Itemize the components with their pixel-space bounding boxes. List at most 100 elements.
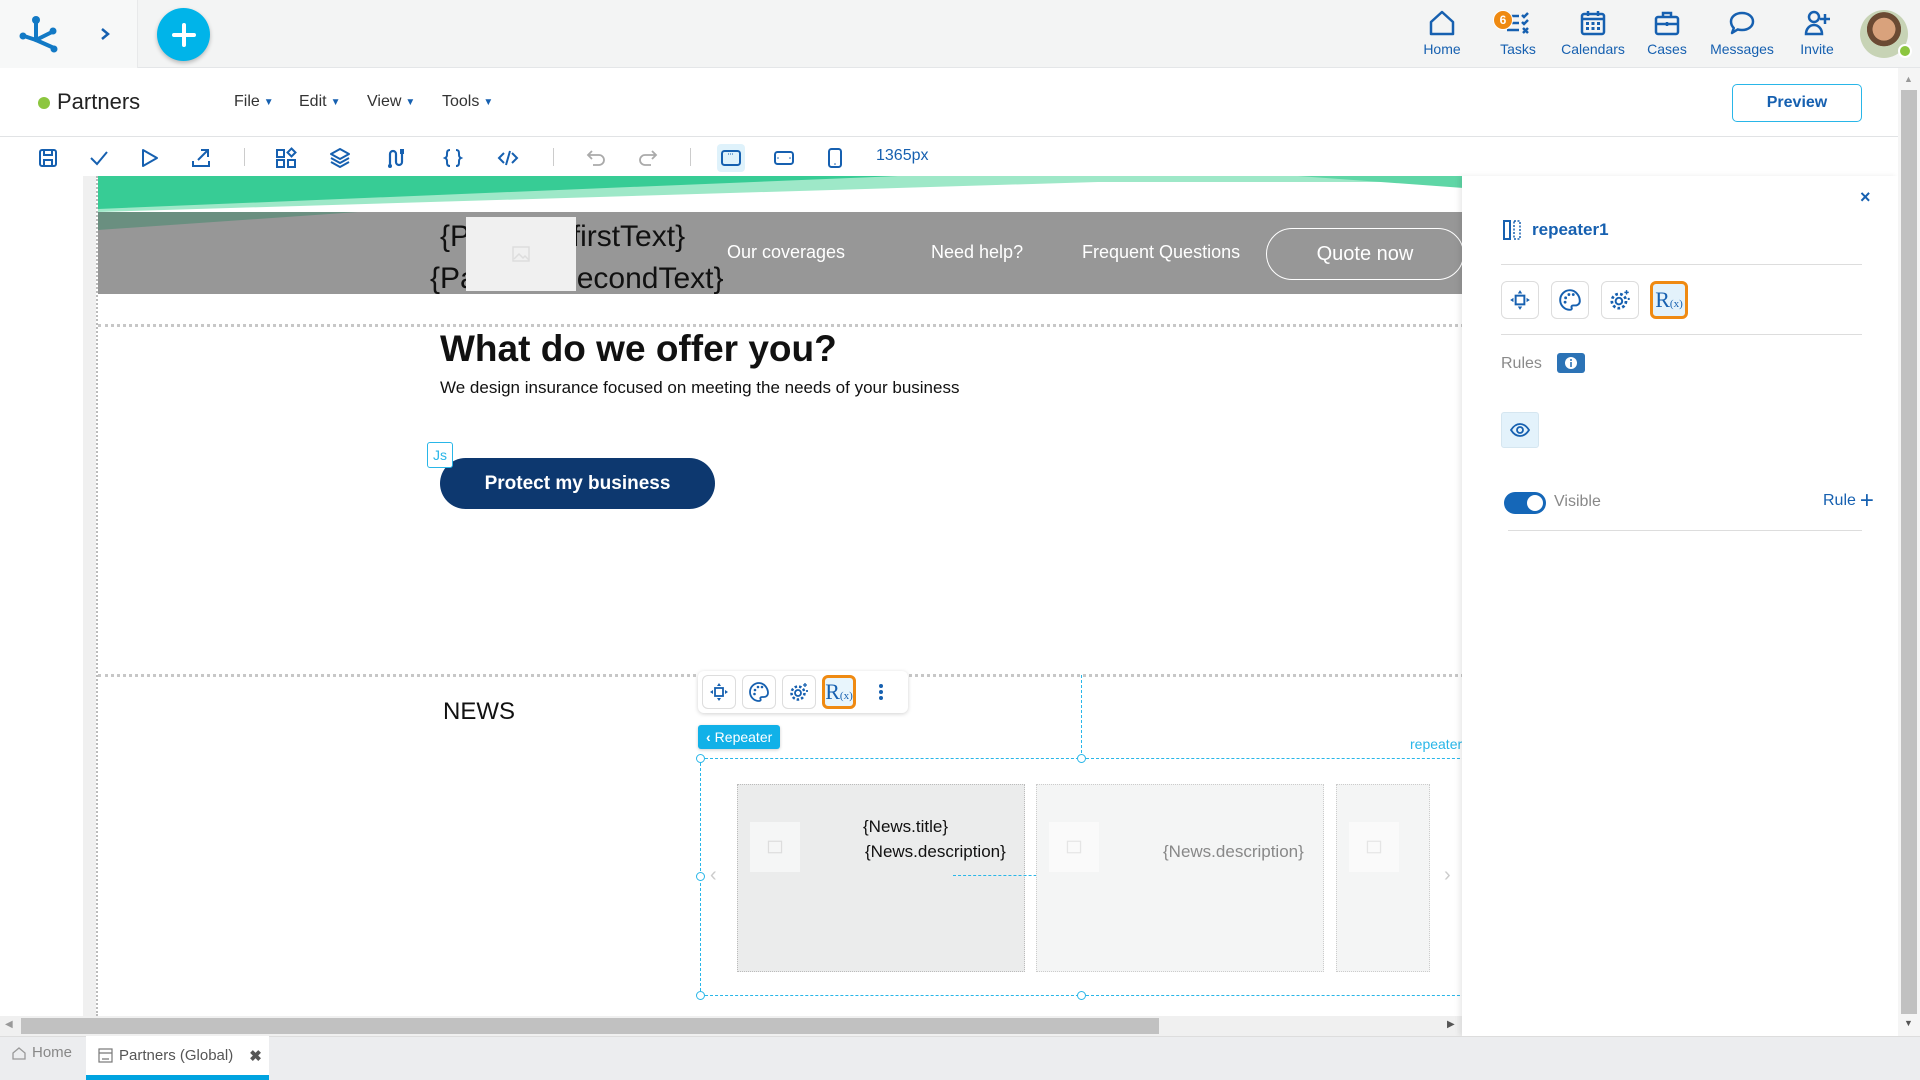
mobile-view-button[interactable]	[821, 144, 849, 172]
run-button[interactable]	[135, 144, 163, 172]
design-canvas[interactable]: {Partners.firstText} {Partners.secondTex…	[96, 176, 1462, 1016]
news-image-placeholder[interactable]	[1349, 822, 1399, 872]
protect-business-button[interactable]: Protect my business	[440, 458, 715, 509]
validate-button[interactable]	[85, 144, 113, 172]
menu-tools[interactable]: Tools ▼	[442, 93, 493, 111]
visibility-rule-button[interactable]	[1501, 412, 1539, 448]
close-tab-icon[interactable]: ✖	[249, 1047, 262, 1065]
panel-rules-tab[interactable]: R(x)	[1650, 281, 1688, 319]
news-card[interactable]	[1336, 784, 1430, 972]
add-new-button[interactable]	[157, 8, 210, 61]
news-heading[interactable]: NEWS	[443, 698, 515, 726]
nav-messages[interactable]: Messages	[1705, 8, 1779, 62]
menu-label: File	[234, 93, 260, 110]
news-description-text[interactable]: {News.description}	[865, 842, 1006, 862]
rules-label: Rules	[1501, 355, 1542, 372]
carousel-prev-arrow[interactable]: ‹	[710, 864, 717, 887]
hero-image-placeholder[interactable]	[466, 217, 576, 291]
tasks-count-badge: 6	[1493, 10, 1513, 30]
chevron-down-icon: ▼	[405, 96, 416, 108]
panel-settings-tab[interactable]	[1601, 281, 1639, 319]
html-source-button[interactable]	[494, 144, 522, 172]
scroll-left-arrow[interactable]: ◀	[5, 1019, 13, 1030]
rules-button[interactable]: R(x)	[822, 675, 856, 709]
news-image-placeholder[interactable]	[750, 822, 800, 872]
resize-handle[interactable]	[696, 991, 705, 1000]
gear-sparkle-icon	[790, 683, 808, 701]
resize-handle[interactable]	[1077, 754, 1086, 763]
news-description-text[interactable]: {News.description}	[1163, 842, 1304, 862]
rules-info-button[interactable]	[1557, 353, 1585, 373]
quote-now-button[interactable]: Quote now	[1266, 228, 1462, 280]
nav-tasks[interactable]: Tasks	[1481, 8, 1555, 62]
carousel-next-arrow[interactable]: ›	[1444, 864, 1451, 887]
panel-style-tab[interactable]	[1551, 281, 1589, 319]
info-icon	[1565, 357, 1577, 369]
nav-link-faq[interactable]: Frequent Questions	[1082, 242, 1240, 263]
export-icon	[192, 149, 210, 167]
menu-edit[interactable]: Edit ▼	[299, 93, 340, 111]
repeater-icon	[1503, 220, 1521, 240]
plus-icon: +	[1859, 487, 1874, 514]
more-options-button[interactable]	[864, 675, 898, 709]
redo-button[interactable]	[634, 144, 662, 172]
settings-button[interactable]	[782, 675, 816, 709]
js-event-badge[interactable]: Js	[427, 442, 453, 468]
news-image-placeholder[interactable]	[1049, 822, 1099, 872]
tablet-view-button[interactable]	[770, 144, 798, 172]
scroll-down-arrow[interactable]: ▼	[1904, 1018, 1913, 1028]
canvas-width-label: 1365px	[876, 147, 929, 164]
tab-home[interactable]: Home	[12, 1044, 72, 1061]
online-status-dot	[1898, 44, 1912, 58]
preview-button[interactable]: Preview	[1732, 84, 1862, 122]
layers-button[interactable]	[326, 144, 354, 172]
menu-view[interactable]: View ▼	[367, 93, 415, 111]
components-button[interactable]	[272, 144, 300, 172]
nav-link-coverages[interactable]: Our coverages	[727, 242, 845, 263]
nav-calendars[interactable]: Calendars	[1556, 8, 1630, 62]
menu-file[interactable]: File ▼	[234, 93, 274, 111]
resize-handle[interactable]	[696, 872, 705, 881]
offer-heading[interactable]: What do we offer you?	[440, 328, 837, 370]
menu-label: Edit	[299, 93, 327, 110]
visible-toggle[interactable]	[1504, 492, 1546, 514]
nav-cases[interactable]: Cases	[1630, 8, 1704, 62]
panel-layout-tab[interactable]	[1501, 281, 1539, 319]
nav-home[interactable]: Home	[1405, 8, 1479, 62]
layout-button[interactable]	[702, 675, 736, 709]
undo-button[interactable]	[582, 144, 610, 172]
horizontal-scrollbar-thumb[interactable]	[21, 1018, 1159, 1034]
braces-icon	[442, 149, 464, 167]
desktop-view-button[interactable]	[717, 144, 745, 172]
toolbar-divider	[244, 148, 245, 166]
nav-invite[interactable]: Invite	[1780, 8, 1854, 62]
nav-label: Calendars	[1561, 41, 1625, 57]
tab-partners-global[interactable]: Partners (Global) ✖	[86, 1036, 269, 1080]
app-logo-icon[interactable]	[18, 14, 60, 54]
save-button[interactable]	[34, 144, 62, 172]
nav-label: Home	[1423, 41, 1461, 57]
flows-button[interactable]	[382, 144, 410, 172]
code-braces-button[interactable]	[439, 144, 467, 172]
expand-chevron-icon[interactable]	[98, 26, 112, 42]
logo-area	[0, 0, 138, 68]
redo-icon	[639, 150, 658, 166]
scroll-up-arrow[interactable]: ▲	[1904, 74, 1913, 84]
repeater-parent-tag[interactable]: ‹ Repeater	[698, 725, 781, 749]
publish-button[interactable]	[187, 144, 215, 172]
kebab-menu-icon	[879, 684, 883, 700]
news-title-text[interactable]: {News.title}	[863, 817, 948, 837]
rules-fx-icon: R(x)	[1655, 287, 1683, 312]
resize-handle[interactable]	[696, 754, 705, 763]
resize-handle[interactable]	[1077, 991, 1086, 1000]
news-card[interactable]: {News.title} {News.description}	[737, 784, 1025, 972]
scroll-right-arrow[interactable]: ▶	[1447, 1019, 1455, 1030]
form-icon	[98, 1048, 113, 1063]
vertical-scrollbar-thumb[interactable]	[1901, 90, 1917, 1014]
offer-subtitle[interactable]: We design insurance focused on meeting t…	[440, 378, 959, 398]
add-rule-button[interactable]: Rule +	[1823, 489, 1874, 513]
style-button[interactable]	[742, 675, 776, 709]
close-panel-button[interactable]: ×	[1860, 187, 1871, 208]
news-card[interactable]: {News.description}	[1036, 784, 1324, 972]
nav-link-help[interactable]: Need help?	[931, 242, 1023, 263]
